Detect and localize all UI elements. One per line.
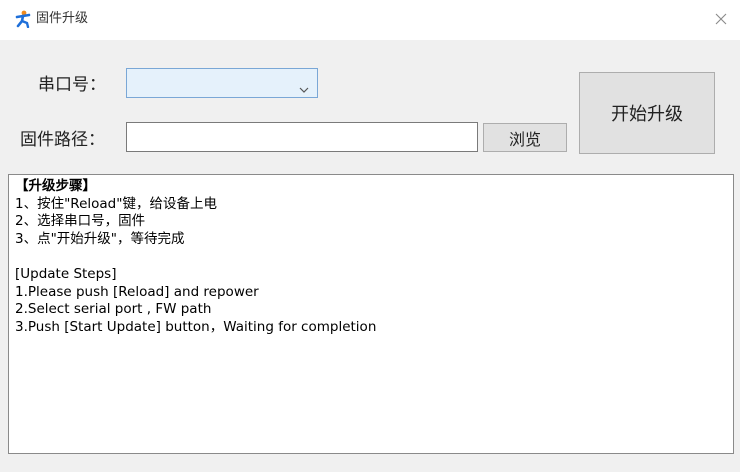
log-line: 1、按住"Reload"键，给设备上电	[15, 195, 217, 212]
close-button[interactable]	[710, 8, 732, 30]
window-title: 固件升级	[36, 11, 89, 26]
firmware-path-input[interactable]	[126, 122, 478, 152]
title-bar: 固件升级	[0, 0, 740, 40]
chevron-down-icon	[299, 79, 309, 93]
start-update-button[interactable]: 开始升级	[579, 72, 715, 154]
log-line: [Update Steps]	[15, 265, 117, 282]
browse-button[interactable]: 浏览	[483, 123, 567, 152]
log-line: 1.Please push [Reload] and repower	[15, 283, 259, 300]
path-label: 固件路径：	[20, 130, 105, 150]
app-logo-icon	[14, 10, 32, 29]
log-line: 3、点"开始升级"，等待完成	[15, 230, 185, 247]
port-select[interactable]	[126, 68, 318, 98]
log-line: 【升级步骤】	[15, 178, 96, 194]
start-update-button-label: 开始升级	[611, 104, 683, 125]
close-icon	[715, 13, 727, 25]
log-line: 2、选择串口号，固件	[15, 213, 146, 230]
log-line: 2.Select serial port , FW path	[15, 301, 212, 318]
port-label: 串口号：	[38, 75, 106, 95]
log-line: 3.Push [Start Update] button，Waiting for…	[15, 318, 377, 335]
browse-button-label: 浏览	[508, 129, 541, 149]
instructions-log[interactable]: 【升级步骤】 1、按住"Reload"键，给设备上电 2、选择串口号，固件 3、…	[8, 174, 734, 454]
